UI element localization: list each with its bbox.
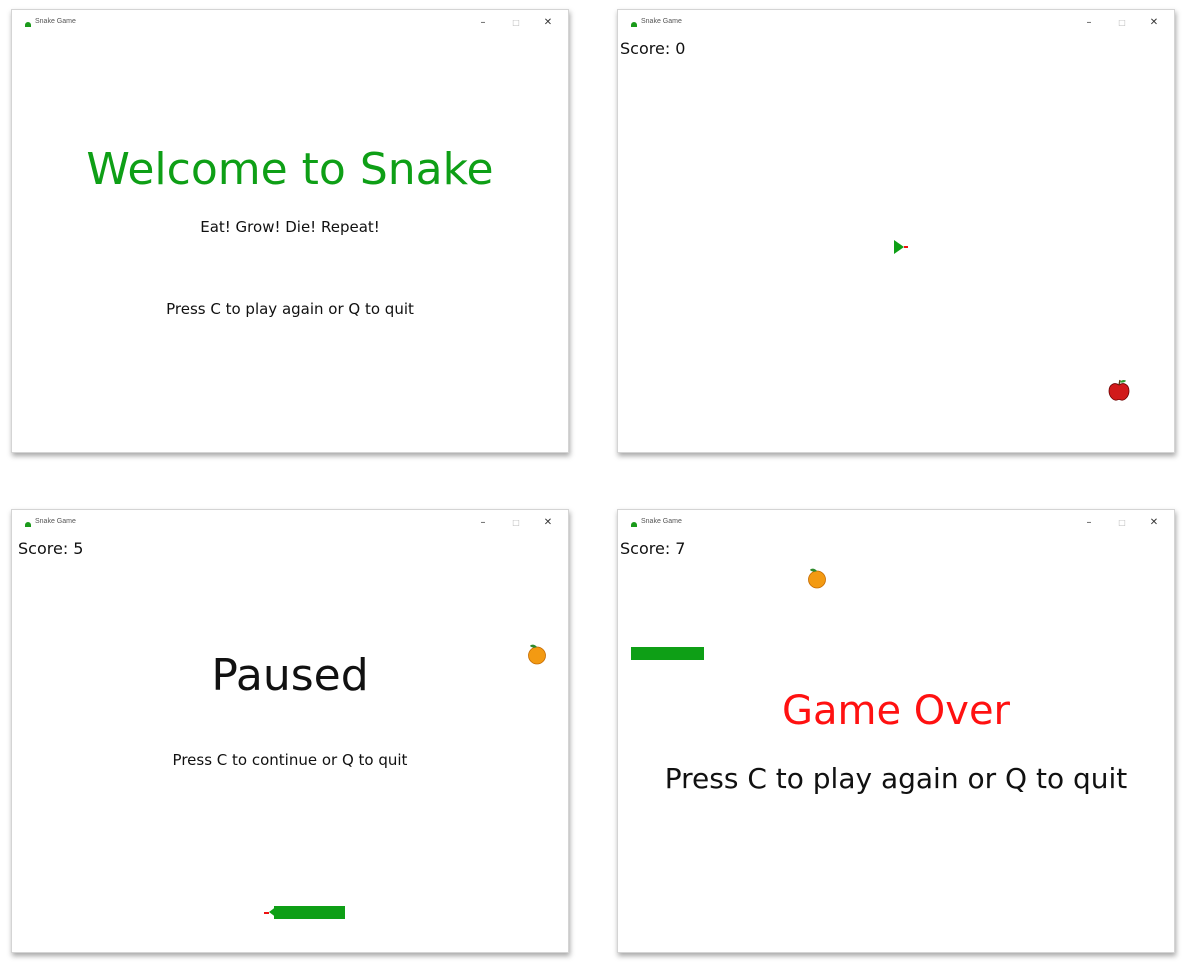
game-over-heading: Game Over — [781, 688, 1010, 734]
close-button[interactable]: ✕ — [1147, 516, 1161, 530]
maximize-button[interactable]: □ — [509, 16, 523, 30]
play-quit-prompt: Press C to play again or Q to quit — [166, 300, 414, 318]
orange-icon — [808, 568, 826, 589]
paused-window: Snake Game – □ ✕ Score: 5 Paused Press C… — [11, 509, 569, 953]
play-quit-prompt: Press C to play again or Q to quit — [664, 762, 1128, 795]
title-bar[interactable]: Snake Game – □ ✕ — [12, 510, 568, 540]
title-bar[interactable]: Snake Game – □ ✕ — [618, 10, 1174, 40]
maximize-button[interactable]: □ — [1115, 516, 1129, 530]
snake-head — [894, 240, 904, 254]
close-button[interactable]: ✕ — [1147, 16, 1161, 30]
snake-app-icon — [631, 522, 637, 527]
snake-tongue — [264, 912, 269, 914]
score-display: Score: 0 — [620, 39, 686, 58]
welcome-window: Snake Game – □ ✕ Welcome to Snake Eat! G… — [11, 9, 569, 453]
window-title: Snake Game — [641, 18, 682, 25]
minimize-button[interactable]: – — [476, 516, 490, 530]
continue-quit-prompt: Press C to continue or Q to quit — [172, 751, 408, 769]
title-bar[interactable]: Snake Game – □ ✕ — [12, 10, 568, 40]
score-display: Score: 5 — [18, 539, 84, 558]
maximize-button[interactable]: □ — [1115, 16, 1129, 30]
maximize-button[interactable]: □ — [509, 516, 523, 530]
snake-app-icon — [25, 522, 31, 527]
window-title: Snake Game — [641, 518, 682, 525]
orange-icon — [528, 644, 546, 665]
welcome-heading: Welcome to Snake — [86, 144, 494, 195]
snake-app-icon — [631, 22, 637, 27]
window-title: Snake Game — [35, 18, 76, 25]
window-title: Snake Game — [35, 518, 76, 525]
gameplay-window: Snake Game – □ ✕ Score: 0 — [617, 9, 1175, 453]
snake-head — [269, 906, 277, 918]
title-bar[interactable]: Snake Game – □ ✕ — [618, 510, 1174, 540]
snake-app-icon — [25, 22, 31, 27]
snake-body — [274, 906, 345, 919]
minimize-button[interactable]: – — [1082, 516, 1096, 530]
paused-heading: Paused — [211, 650, 369, 701]
welcome-subtitle: Eat! Grow! Die! Repeat! — [200, 218, 380, 236]
close-button[interactable]: ✕ — [541, 516, 555, 530]
close-button[interactable]: ✕ — [541, 16, 555, 30]
game-over-window: Snake Game – □ ✕ Score: 7 Game Over Pres… — [617, 509, 1175, 953]
minimize-button[interactable]: – — [1082, 16, 1096, 30]
snake-body — [631, 647, 704, 660]
minimize-button[interactable]: – — [476, 16, 490, 30]
score-display: Score: 7 — [620, 539, 686, 558]
apple-icon — [1108, 379, 1130, 401]
snake-tongue — [904, 246, 908, 248]
